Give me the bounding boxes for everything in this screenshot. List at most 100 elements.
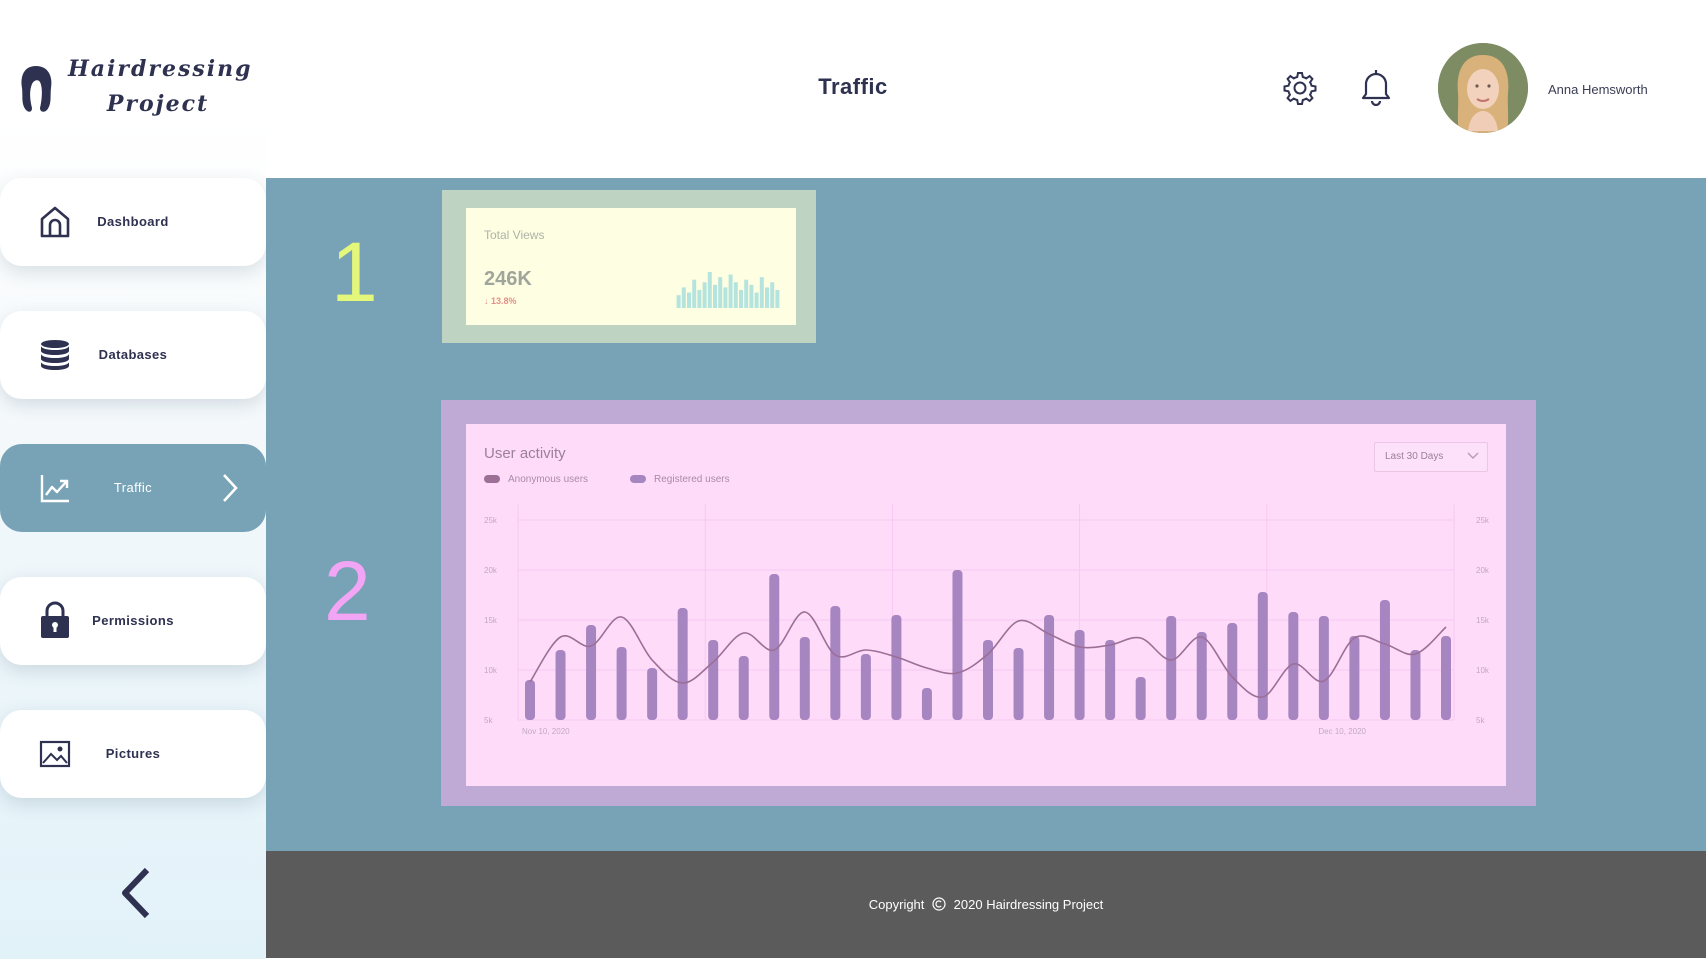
activity-bar <box>1410 650 1421 720</box>
chevron-down-icon <box>1467 452 1479 459</box>
spark-bar <box>765 287 769 308</box>
activity-bar <box>1257 592 1268 720</box>
y-tick-label-left: 5k <box>484 716 493 725</box>
total-views-card[interactable]: Total Views 246K ↓ 13.8% <box>466 208 796 325</box>
date-range-value: Last 30 Days <box>1385 451 1444 462</box>
activity-bar <box>586 625 597 720</box>
spark-bar <box>687 292 691 308</box>
user-activity-title: User activity <box>484 445 566 462</box>
copyright-prefix: Copyright <box>868 897 925 912</box>
legend-swatch-registered <box>630 475 646 484</box>
spark-bar <box>754 292 759 308</box>
spark-bar <box>723 287 728 308</box>
collapse-sidebar-chevron-left-icon[interactable] <box>115 866 155 920</box>
sidebar-item-label: Dashboard <box>97 214 169 229</box>
spark-bar <box>733 282 738 308</box>
settings-gear-icon[interactable] <box>1282 68 1318 108</box>
sidebar-item-label: Databases <box>98 347 168 362</box>
spark-bar <box>775 290 780 308</box>
step-number-2: 2 <box>324 544 371 638</box>
activity-bar <box>1105 640 1116 720</box>
notification-bell-icon[interactable] <box>1358 66 1394 106</box>
y-tick-label-left: 10k <box>484 666 498 675</box>
activity-bar <box>555 650 566 720</box>
user-activity-card: User activity Anonymous users Registered… <box>466 424 1506 786</box>
activity-bar <box>921 688 932 720</box>
activity-bar <box>1135 677 1146 720</box>
spark-bar <box>770 282 775 308</box>
x-start-label: Nov 10, 2020 <box>522 727 570 736</box>
spark-bar <box>749 284 754 308</box>
activity-bar <box>1166 616 1177 720</box>
user-avatar[interactable] <box>1438 43 1528 133</box>
spark-bar <box>718 277 723 308</box>
activity-bar <box>1379 600 1390 720</box>
copyright-text: 2020 Hairdressing Project <box>953 897 1104 912</box>
x-end-label: Dec 10, 2020 <box>1318 727 1366 736</box>
activity-bar <box>799 637 810 720</box>
chevron-right-icon <box>223 474 238 502</box>
activity-bar <box>983 640 993 720</box>
y-tick-label-right: 25k <box>1476 516 1490 525</box>
activity-bar <box>677 608 688 720</box>
activity-bar <box>1196 632 1207 720</box>
legend-label-registered: Registered users <box>654 474 730 485</box>
sidebar-item-traffic[interactable]: Traffic <box>0 444 266 532</box>
spark-bar <box>702 282 707 308</box>
activity-bar <box>1074 630 1085 720</box>
activity-bar <box>708 640 719 720</box>
spark-bar <box>681 287 686 308</box>
activity-bar <box>1318 616 1329 720</box>
activity-bar <box>738 656 749 720</box>
activity-bar <box>891 615 902 720</box>
total-views-sparkline <box>676 272 780 308</box>
spark-bar <box>739 290 743 308</box>
user-photo <box>1438 43 1528 133</box>
y-tick-label-left: 25k <box>484 516 498 525</box>
spark-bar <box>728 274 733 308</box>
page-title-text: Traffic <box>818 74 888 99</box>
spark-bar <box>713 284 717 308</box>
legend-registered: Registered users <box>630 474 730 485</box>
sidebar-item-databases[interactable]: Databases <box>0 311 266 399</box>
sidebar-item-permissions[interactable]: Permissions <box>0 577 266 665</box>
activity-bar <box>1349 636 1360 720</box>
date-range-select[interactable]: Last 30 Days <box>1374 442 1488 472</box>
y-tick-label-right: 15k <box>1476 616 1490 625</box>
spark-bar <box>759 277 764 308</box>
total-views-value: 246K <box>484 268 532 290</box>
total-views-label: Total Views <box>484 228 545 242</box>
sidebar-item-label: Permissions <box>92 613 174 628</box>
footer: Copyright 2020 Hairdressing Project <box>266 851 1706 959</box>
y-tick-label-right: 5k <box>1476 716 1485 725</box>
activity-bar <box>1013 648 1024 720</box>
user-activity-chart: 25k 25k 20k 20k 15k 15k 10k 10k 5k 5k Nov 10, 2020… <box>484 504 1490 736</box>
spark-bar <box>697 290 702 308</box>
legend-swatch-anonymous <box>484 475 500 484</box>
y-tick-label-right: 20k <box>1476 566 1490 575</box>
activity-bar <box>525 680 535 720</box>
sidebar-item-pictures[interactable]: Pictures <box>0 710 266 798</box>
activity-bar <box>830 606 841 720</box>
total-views-delta: ↓ 13.8% <box>484 296 517 306</box>
copyright-icon <box>932 897 946 911</box>
sidebar-item-label: Pictures <box>105 746 161 761</box>
spark-bar <box>676 295 681 308</box>
y-tick-label-right: 10k <box>1476 666 1490 675</box>
activity-bar <box>1441 636 1451 720</box>
activity-bar <box>860 654 871 720</box>
step-number-1: 1 <box>331 225 378 319</box>
legend-label-anonymous: Anonymous users <box>508 474 589 485</box>
activity-bar <box>647 668 658 720</box>
copyright: Copyright 2020 Hairdressing Project <box>266 897 1706 912</box>
spark-bar <box>692 279 697 308</box>
legend-anonymous: Anonymous users <box>484 474 588 485</box>
y-tick-label-left: 20k <box>484 566 498 575</box>
user-name[interactable]: Anna Hemsworth <box>1548 82 1648 97</box>
activity-bar <box>616 647 627 720</box>
y-tick-label-left: 15k <box>484 616 498 625</box>
activity-bar <box>1044 615 1055 720</box>
sidebar-item-dashboard[interactable]: Dashboard <box>0 178 266 266</box>
activity-bar <box>952 570 963 720</box>
spark-bar <box>744 279 749 308</box>
